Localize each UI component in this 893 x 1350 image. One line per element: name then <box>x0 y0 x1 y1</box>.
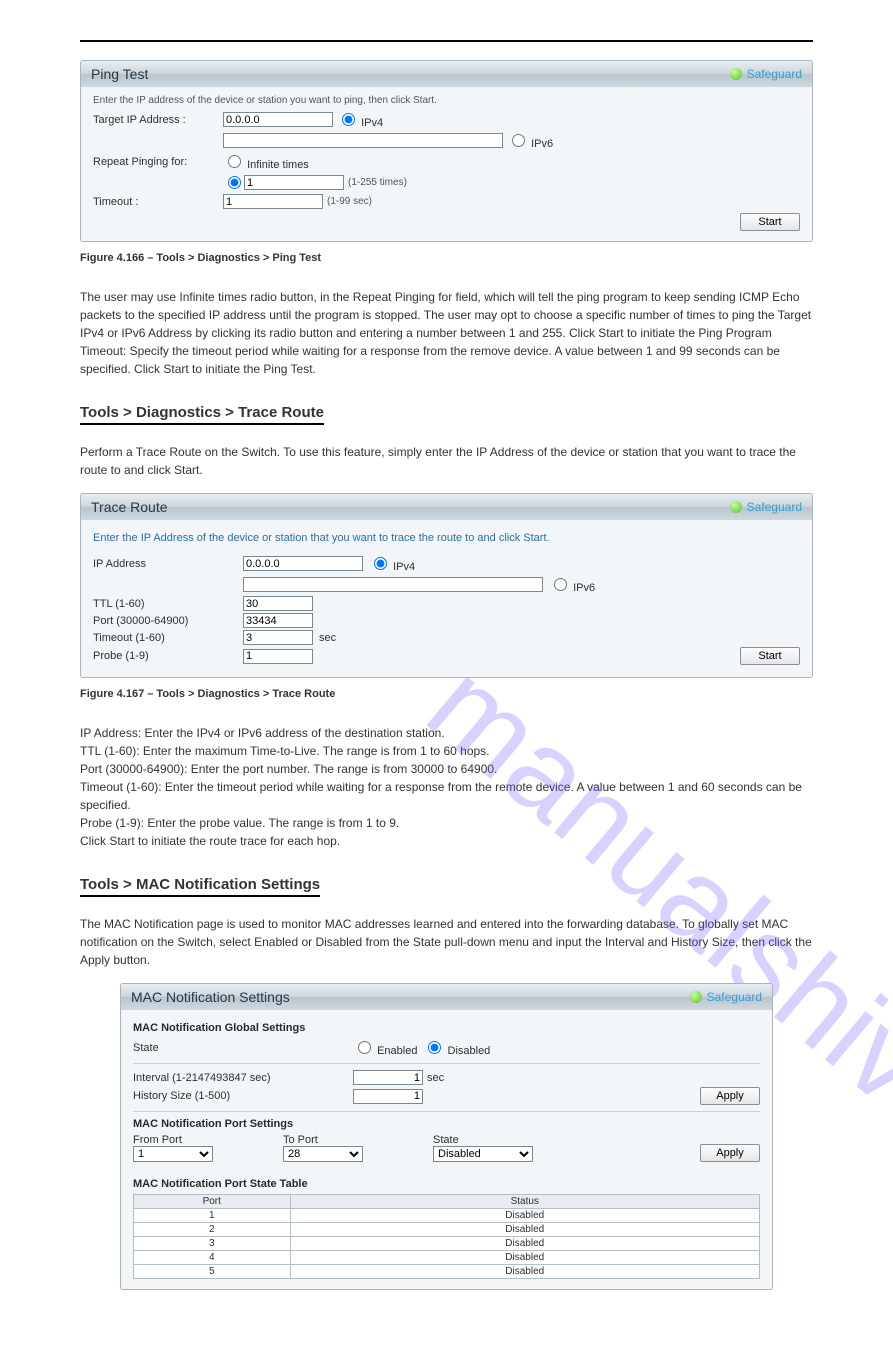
page-top-rule <box>80 40 813 42</box>
safeguard-label: Safeguard <box>707 990 762 1004</box>
mac-state-label: State <box>133 1042 353 1054</box>
trace-ipv4-input[interactable] <box>243 556 363 571</box>
mac-apply-port-button[interactable]: Apply <box>700 1144 760 1162</box>
trace-instruction: Enter the IP Address of the device or st… <box>93 532 800 544</box>
trace-ttl-label: TTL (1-60) <box>93 598 243 610</box>
safeguard-label: Safeguard <box>747 500 802 514</box>
trace-timeout-unit: sec <box>319 632 336 644</box>
table-row: 4Disabled <box>134 1251 760 1265</box>
trace-title: Trace Route <box>91 499 168 515</box>
mac-toport-label: To Port <box>283 1134 433 1146</box>
trace-ipv6-radio[interactable]: IPv6 <box>549 575 595 594</box>
table-row: 5Disabled <box>134 1265 760 1279</box>
trace-timeout-label: Timeout (1-60) <box>93 632 243 644</box>
cell-status: Disabled <box>290 1265 760 1279</box>
cell-port: 2 <box>134 1223 291 1237</box>
trace-figure-caption: Figure 4.167 – Tools > Diagnostics > Tra… <box>80 688 853 700</box>
trace-description: IP Address: Enter the IPv4 or IPv6 addre… <box>40 724 853 850</box>
mac-portstate-select[interactable]: Disabled <box>433 1146 533 1162</box>
safeguard-icon <box>730 501 742 513</box>
cell-port: 4 <box>134 1251 291 1265</box>
mac-lead: The MAC Notification page is used to mon… <box>40 915 853 969</box>
mac-toport-select[interactable]: 28 <box>283 1146 363 1162</box>
trace-lead: Perform a Trace Route on the Switch. To … <box>40 443 853 479</box>
ping-repeat-label: Repeat Pinging for: <box>93 156 223 168</box>
safeguard-icon <box>690 991 702 1003</box>
ping-test-panel: Ping Test Safeguard Enter the IP address… <box>80 60 813 242</box>
table-row: 3Disabled <box>134 1237 760 1251</box>
mac-apply-global-button[interactable]: Apply <box>700 1087 760 1105</box>
mac-port-state-table: Port Status 1Disabled2Disabled3Disabled4… <box>133 1194 760 1279</box>
cell-port: 5 <box>134 1265 291 1279</box>
mac-history-label: History Size (1-500) <box>133 1090 353 1102</box>
ping-title: Ping Test <box>91 66 148 82</box>
ping-times-hint: (1-255 times) <box>348 177 407 188</box>
col-status: Status <box>290 1195 760 1209</box>
cell-port: 1 <box>134 1209 291 1223</box>
safeguard-badge: Safeguard <box>730 67 802 81</box>
mac-fromport-label: From Port <box>133 1134 283 1146</box>
trace-probe-label: Probe (1-9) <box>93 650 243 662</box>
ping-infinite-radio[interactable]: Infinite times <box>223 152 309 171</box>
trace-ip-label: IP Address <box>93 558 243 570</box>
trace-ttl-input[interactable] <box>243 596 313 611</box>
trace-port-input[interactable] <box>243 613 313 628</box>
ping-ipv4-input[interactable] <box>223 112 333 127</box>
ping-ipv6-input[interactable] <box>223 133 503 148</box>
trace-start-button[interactable]: Start <box>740 647 800 665</box>
ping-figure-caption: Figure 4.166 – Tools > Diagnostics > Pin… <box>80 252 853 264</box>
safeguard-badge: Safeguard <box>690 990 762 1004</box>
mac-table-section: MAC Notification Port State Table <box>133 1178 760 1190</box>
mac-disabled-radio[interactable]: Disabled <box>423 1038 490 1057</box>
ping-ipv6-radio[interactable]: IPv6 <box>507 131 553 150</box>
trace-timeout-input[interactable] <box>243 630 313 645</box>
ping-instruction: Enter the IP address of the device or st… <box>93 95 800 106</box>
cell-status: Disabled <box>290 1251 760 1265</box>
mac-history-input[interactable] <box>353 1089 423 1104</box>
mac-enabled-radio[interactable]: Enabled <box>353 1038 417 1057</box>
trace-ipv6-input[interactable] <box>243 577 543 592</box>
safeguard-label: Safeguard <box>747 67 802 81</box>
cell-port: 3 <box>134 1237 291 1251</box>
trace-route-heading: Tools > Diagnostics > Trace Route <box>80 404 324 425</box>
ping-timeout-label: Timeout : <box>93 196 223 208</box>
table-row: 1Disabled <box>134 1209 760 1223</box>
mac-interval-input[interactable] <box>353 1070 423 1085</box>
col-port: Port <box>134 1195 291 1209</box>
mac-notification-panel: MAC Notification Settings Safeguard MAC … <box>120 983 773 1290</box>
ping-start-button[interactable]: Start <box>740 213 800 231</box>
cell-status: Disabled <box>290 1223 760 1237</box>
ping-timeout-hint: (1-99 sec) <box>327 196 372 207</box>
mac-port-section: MAC Notification Port Settings <box>133 1118 760 1130</box>
ping-description: The user may use Infinite times radio bu… <box>40 288 853 378</box>
cell-status: Disabled <box>290 1237 760 1251</box>
trace-probe-input[interactable] <box>243 649 313 664</box>
mac-interval-label: Interval (1-2147493847 sec) <box>133 1072 353 1084</box>
ping-ipv4-radio[interactable]: IPv4 <box>337 110 383 129</box>
mac-heading: Tools > MAC Notification Settings <box>80 876 320 897</box>
trace-route-panel: Trace Route Safeguard Enter the IP Addre… <box>80 493 813 678</box>
trace-ipv4-radio[interactable]: IPv4 <box>369 554 415 573</box>
mac-interval-unit: sec <box>427 1072 444 1084</box>
ping-timeout-input[interactable] <box>223 194 323 209</box>
mac-title: MAC Notification Settings <box>131 989 290 1005</box>
safeguard-badge: Safeguard <box>730 500 802 514</box>
mac-portstate-label: State <box>433 1134 583 1146</box>
cell-status: Disabled <box>290 1209 760 1223</box>
ping-target-label: Target IP Address : <box>93 114 223 126</box>
safeguard-icon <box>730 68 742 80</box>
trace-port-label: Port (30000-64900) <box>93 615 243 627</box>
mac-global-section: MAC Notification Global Settings <box>133 1022 760 1034</box>
ping-times-input[interactable] <box>244 175 344 190</box>
mac-fromport-select[interactable]: 1 <box>133 1146 213 1162</box>
table-row: 2Disabled <box>134 1223 760 1237</box>
ping-times-radio[interactable] <box>223 173 244 192</box>
